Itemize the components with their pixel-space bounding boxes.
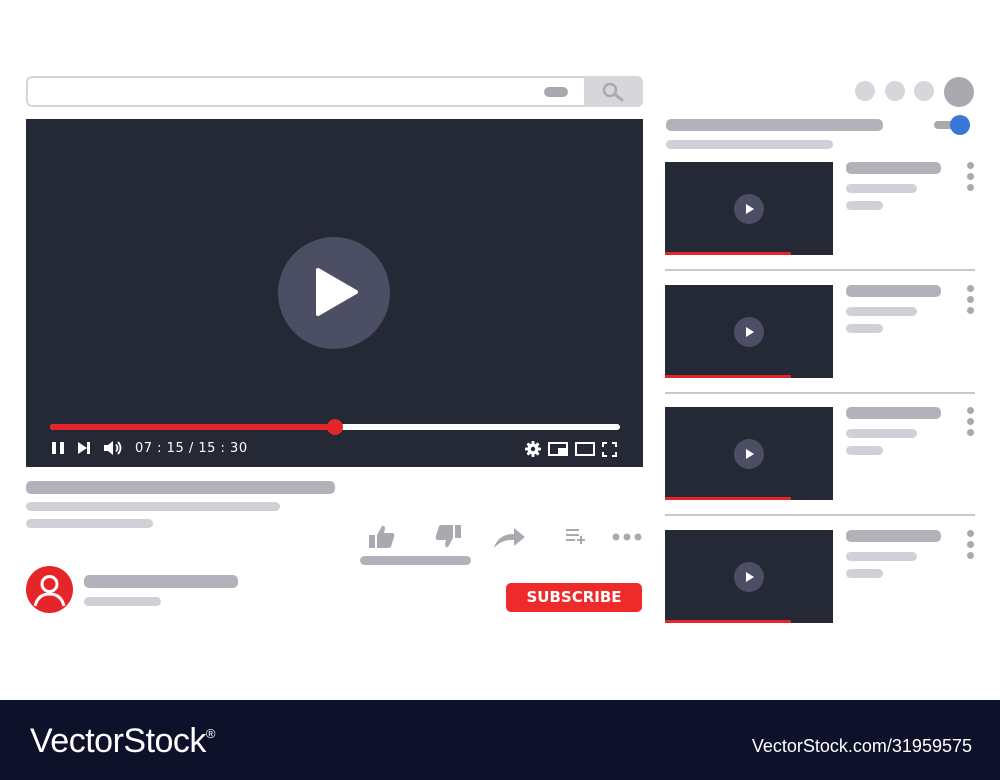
like-ratio-bar — [360, 556, 471, 565]
watched-progress — [665, 620, 791, 623]
recommended-title-placeholder — [846, 407, 941, 419]
more-vert-icon[interactable] — [967, 162, 975, 195]
user-icon — [33, 575, 66, 607]
theater-icon[interactable] — [575, 442, 595, 456]
autoplay-toggle-knob[interactable] — [950, 115, 970, 135]
recommended-video[interactable] — [665, 530, 975, 652]
up-next-subtitle-placeholder — [666, 140, 833, 149]
thumbnail-play-button[interactable] — [734, 194, 764, 224]
video-title-placeholder — [26, 481, 335, 494]
divider — [665, 269, 975, 271]
search-placeholder-bar — [544, 87, 568, 97]
share-icon[interactable] — [492, 526, 526, 550]
thumbs-down-icon[interactable] — [434, 523, 462, 549]
gear-icon[interactable] — [525, 441, 541, 457]
more-icon[interactable] — [612, 533, 642, 541]
recommended-channel-placeholder — [846, 429, 917, 438]
more-vert-icon[interactable] — [967, 285, 975, 318]
recommended-video[interactable] — [665, 285, 975, 407]
play-icon — [746, 449, 754, 459]
recommended-thumbnail[interactable] — [665, 530, 833, 623]
search-button[interactable] — [584, 76, 643, 107]
recommended-video[interactable] — [665, 162, 975, 284]
thumbnail-play-button[interactable] — [734, 317, 764, 347]
play-icon — [746, 327, 754, 337]
progress-scrubber[interactable] — [327, 419, 343, 435]
play-icon — [746, 204, 754, 214]
volume-icon[interactable] — [103, 440, 123, 456]
recommended-views-placeholder — [846, 201, 883, 210]
watched-progress — [665, 252, 791, 255]
recommended-video[interactable] — [665, 407, 975, 529]
thumbs-up-icon[interactable] — [368, 524, 396, 550]
thumbnail-play-button[interactable] — [734, 439, 764, 469]
subscriber-count-placeholder — [84, 597, 161, 606]
recommended-views-placeholder — [846, 446, 883, 455]
recommended-thumbnail[interactable] — [665, 407, 833, 500]
divider — [665, 514, 975, 516]
add-to-playlist-icon[interactable] — [565, 527, 587, 547]
search-input[interactable] — [26, 76, 584, 107]
recommended-views-placeholder — [846, 569, 883, 578]
more-vert-icon[interactable] — [967, 530, 975, 563]
recommended-channel-placeholder — [846, 184, 917, 193]
progress-bar[interactable] — [50, 419, 620, 435]
channel-name-placeholder — [84, 575, 238, 588]
recommended-title-placeholder — [846, 285, 941, 297]
video-meta-placeholder-2 — [26, 519, 153, 528]
recommended-views-placeholder — [846, 324, 883, 333]
recommended-channel-placeholder — [846, 307, 917, 316]
watched-progress — [665, 497, 791, 500]
video-meta-placeholder — [26, 502, 280, 511]
header-dot-2[interactable] — [885, 81, 905, 101]
time-readout: 07 : 15 / 15 : 30 — [135, 441, 248, 456]
play-button[interactable] — [278, 237, 390, 349]
recommended-title-placeholder — [846, 162, 941, 174]
more-vert-icon[interactable] — [967, 407, 975, 440]
play-icon — [746, 572, 754, 582]
recommended-channel-placeholder — [846, 552, 917, 561]
play-icon — [316, 268, 358, 316]
divider — [665, 392, 975, 394]
user-avatar[interactable] — [944, 77, 974, 107]
watched-progress — [665, 375, 791, 378]
pause-icon[interactable] — [51, 441, 65, 455]
header-dot-1[interactable] — [855, 81, 875, 101]
subscribe-button[interactable]: SUBSCRIBE — [506, 583, 642, 612]
recommended-title-placeholder — [846, 530, 941, 542]
header-dot-3[interactable] — [914, 81, 934, 101]
thumbnail-play-button[interactable] — [734, 562, 764, 592]
video-player[interactable]: 07 : 15 / 15 : 30 — [26, 119, 643, 467]
watermark-image-id: VectorStock.com/31959575 — [751, 736, 972, 756]
up-next-title-placeholder — [666, 119, 883, 131]
watermark-brand: VectorStock® — [30, 722, 216, 760]
search-icon — [602, 82, 624, 102]
recommended-thumbnail[interactable] — [665, 162, 833, 255]
miniplayer-icon[interactable] — [548, 442, 568, 456]
next-icon[interactable] — [77, 441, 91, 455]
fullscreen-icon[interactable] — [602, 442, 617, 457]
progress-bar-fill — [50, 424, 335, 430]
recommended-thumbnail[interactable] — [665, 285, 833, 378]
channel-avatar[interactable] — [26, 566, 73, 613]
